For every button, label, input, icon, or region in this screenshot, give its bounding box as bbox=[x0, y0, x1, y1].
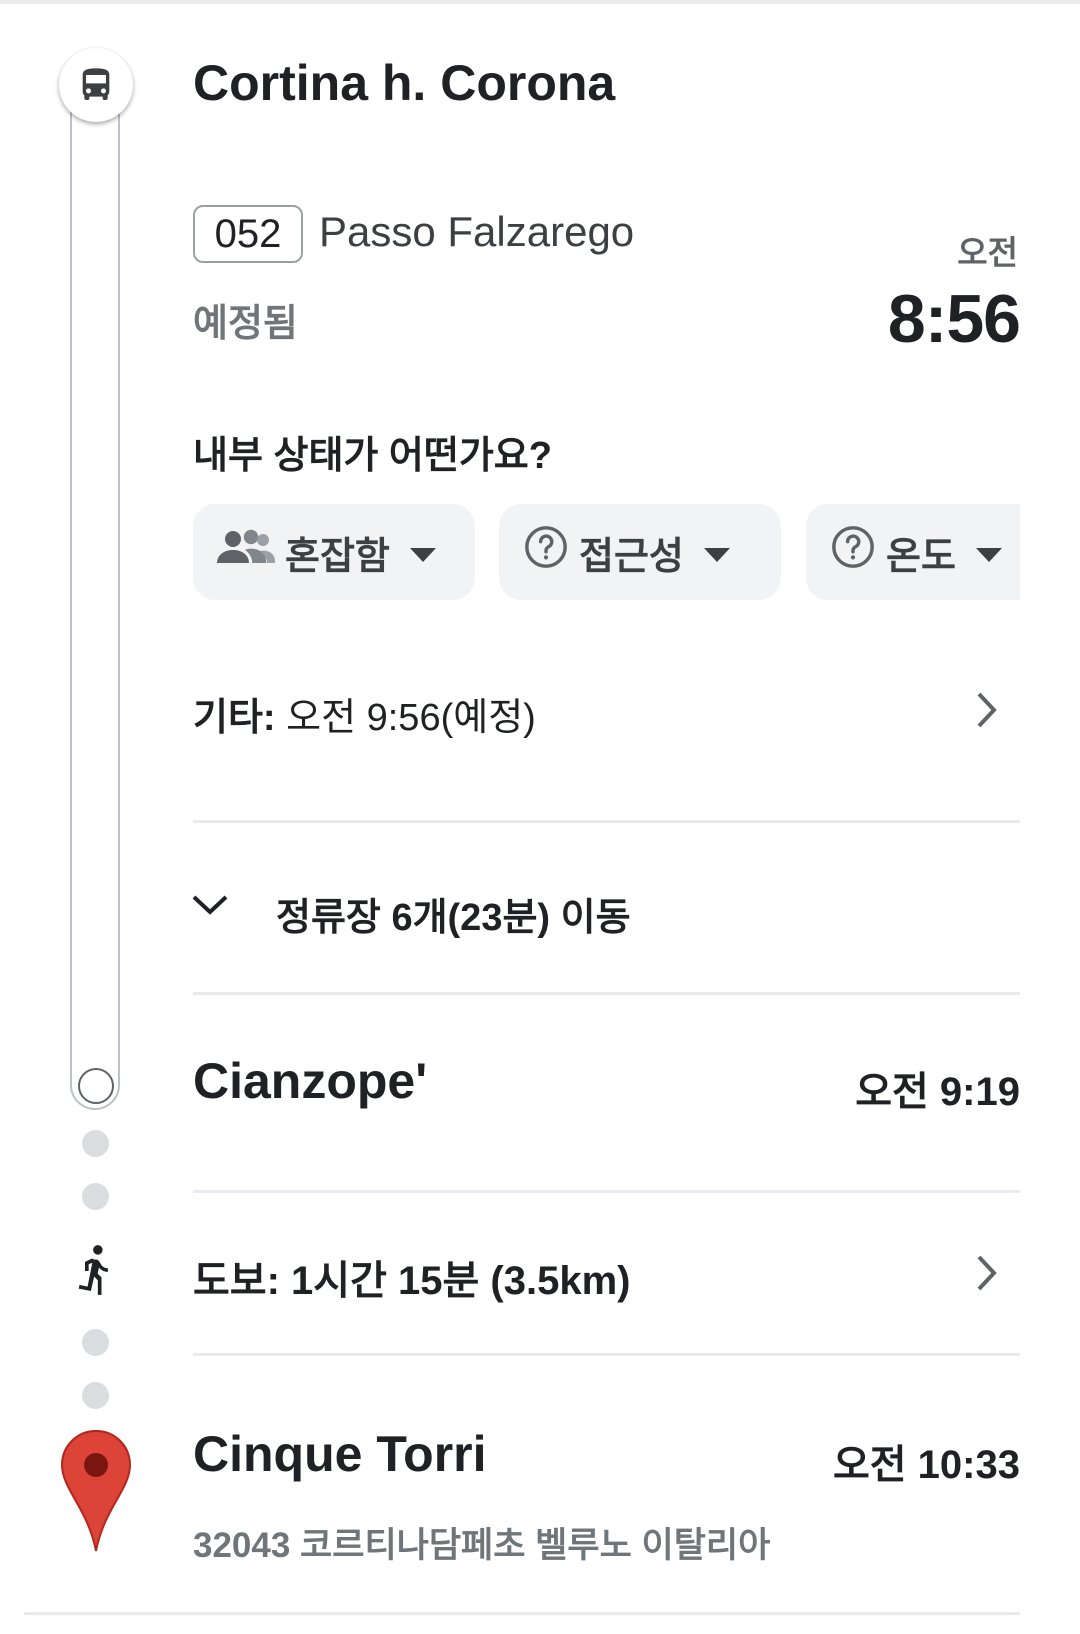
timeline-dot bbox=[82, 1329, 109, 1356]
chevron-right-icon[interactable] bbox=[974, 1253, 1000, 1298]
timeline-dot bbox=[82, 1183, 109, 1210]
accessibility-chip[interactable]: 접근성 bbox=[499, 504, 781, 600]
divider bbox=[193, 820, 1020, 823]
stops-summary[interactable]: 정류장 6개(23분) 이동 bbox=[276, 886, 631, 941]
destination-address: 32043 코르티나담페초 벨루노 이탈리아 bbox=[193, 1526, 771, 1565]
chevron-right-icon[interactable] bbox=[974, 690, 1000, 735]
timeline-dot bbox=[82, 1130, 109, 1157]
caret-down-icon bbox=[408, 531, 438, 574]
crowdedness-chip[interactable]: 혼잡함 bbox=[193, 504, 475, 600]
chevron-down-icon[interactable] bbox=[190, 892, 230, 923]
condition-chips: 혼잡함 접근성 온도 bbox=[0, 0, 1020, 700]
other-departures-prefix: 기타: bbox=[193, 697, 276, 739]
other-departures-time: 오전 9:56(예정) bbox=[286, 697, 536, 739]
destination-name[interactable]: Cinque Torri bbox=[193, 1425, 487, 1483]
chip-label: 혼잡함 bbox=[285, 535, 390, 578]
destination-time: 오전 10:33 bbox=[832, 1443, 1020, 1487]
people-icon bbox=[217, 527, 275, 577]
other-departures-row[interactable]: 기타: 오전 9:56(예정) bbox=[193, 686, 536, 741]
caret-down-icon bbox=[702, 531, 732, 574]
alight-stop-name[interactable]: Cianzope' bbox=[193, 1052, 427, 1110]
divider bbox=[193, 1190, 1020, 1193]
chip-label: 온도 bbox=[886, 535, 956, 578]
timeline-dot bbox=[82, 1382, 109, 1409]
help-circle-icon bbox=[830, 524, 876, 580]
temperature-chip[interactable]: 온도 bbox=[806, 504, 1020, 600]
divider bbox=[193, 992, 1020, 995]
divider bbox=[193, 1353, 1020, 1356]
walk-summary[interactable]: 도보: 1시간 15분 (3.5km) bbox=[193, 1248, 630, 1306]
bottom-divider bbox=[24, 1612, 1020, 1615]
alight-stop-marker bbox=[78, 1068, 114, 1104]
chip-label: 접근성 bbox=[579, 535, 684, 578]
destination-pin-icon bbox=[58, 1428, 134, 1559]
help-circle-icon bbox=[523, 524, 569, 580]
walk-icon bbox=[74, 1242, 118, 1305]
alight-time: 오전 9:19 bbox=[855, 1070, 1020, 1114]
caret-down-icon bbox=[974, 531, 1004, 574]
